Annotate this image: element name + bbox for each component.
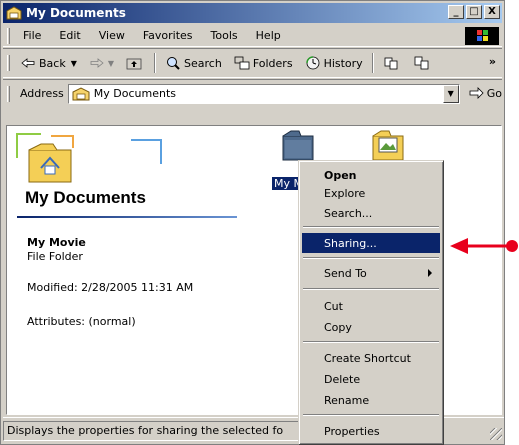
forward-dropdown-icon[interactable]: ▼ <box>108 59 114 68</box>
toolbar-more-button[interactable]: » <box>489 55 496 68</box>
submenu-arrow-icon <box>428 269 432 277</box>
context-menu-separator <box>303 226 439 228</box>
back-dropdown-icon[interactable]: ▼ <box>71 59 77 68</box>
search-label: Search <box>184 56 222 70</box>
menu-grip[interactable] <box>7 27 10 44</box>
address-label: Address <box>19 87 64 100</box>
close-button[interactable]: X <box>484 5 500 19</box>
back-arrow-icon <box>21 58 35 68</box>
folders-label: Folders <box>252 56 293 70</box>
forward-arrow-icon <box>90 58 104 68</box>
my-movie-folder-icon[interactable] <box>281 128 315 162</box>
context-menu-create-shortcut[interactable]: Create Shortcut <box>302 348 440 368</box>
context-menu-separator <box>303 341 439 343</box>
copy-to-icon <box>414 56 429 70</box>
pane-divider <box>17 216 237 218</box>
menu-tools[interactable]: Tools <box>202 29 247 42</box>
history-icon <box>305 56 319 70</box>
selected-item-attributes: Attributes: (normal) <box>27 315 136 328</box>
move-to-button[interactable] <box>377 51 408 75</box>
menu-favorites[interactable]: Favorites <box>134 29 202 42</box>
search-button[interactable]: Search <box>159 51 228 75</box>
search-icon <box>167 57 180 70</box>
menu-file[interactable]: File <box>14 29 50 42</box>
up-folder-icon <box>126 58 142 70</box>
maximize-button[interactable]: □ <box>466 5 482 19</box>
context-menu-cut[interactable]: Cut <box>302 296 440 316</box>
web-view-pane: My Documents My Movie File Folder Modifi… <box>7 126 239 414</box>
selected-item-type: File Folder <box>27 250 83 263</box>
context-menu-separator <box>303 257 439 259</box>
move-to-icon <box>384 57 398 70</box>
toolbar-separator <box>371 53 374 73</box>
pane-title: My Documents <box>25 188 146 207</box>
context-menu-explore[interactable]: Explore <box>302 183 440 203</box>
red-pointer-arrow-icon <box>450 238 518 254</box>
context-menu-sharing[interactable]: Sharing... <box>302 233 440 253</box>
forward-button[interactable]: ▼ <box>83 51 120 75</box>
resize-grip[interactable] <box>490 428 502 440</box>
context-menu: Open Explore Search... Sharing... Send T… <box>298 160 444 445</box>
my-pictures-folder-icon[interactable] <box>371 128 405 162</box>
address-grip[interactable] <box>7 85 10 102</box>
context-menu-properties[interactable]: Properties <box>302 421 440 441</box>
folders-icon <box>234 56 250 70</box>
send-to-label: Send To <box>324 266 367 280</box>
address-bar: Address My Documents ▼ Go <box>3 79 502 107</box>
menu-view[interactable]: View <box>90 29 134 42</box>
go-label: Go <box>486 87 502 100</box>
address-value: My Documents <box>93 87 176 100</box>
menu-edit[interactable]: Edit <box>50 29 89 42</box>
go-button[interactable]: Go <box>468 86 502 101</box>
history-label: History <box>323 56 363 70</box>
context-menu-separator <box>303 414 439 416</box>
address-input[interactable]: My Documents ▼ <box>67 83 460 104</box>
windows-logo-icon <box>465 27 499 45</box>
menu-help[interactable]: Help <box>247 29 290 42</box>
back-label: Back <box>39 56 66 70</box>
toolbar-grip[interactable] <box>7 55 10 71</box>
context-menu-send-to[interactable]: Send To <box>302 263 440 283</box>
history-button[interactable]: History <box>299 51 369 75</box>
toolbar-separator <box>154 53 157 73</box>
folder-home-icon <box>6 6 22 20</box>
back-button[interactable]: Back ▼ <box>14 51 83 75</box>
folders-button[interactable]: Folders <box>228 51 299 75</box>
folder-home-icon <box>72 86 90 100</box>
context-menu-open[interactable]: Open <box>302 165 440 185</box>
up-button[interactable] <box>120 51 151 75</box>
selected-item-name: My Movie <box>27 236 86 249</box>
context-menu-copy[interactable]: Copy <box>302 317 440 337</box>
copy-to-button[interactable] <box>408 51 439 75</box>
standard-toolbar: Back ▼ ▼ Search Folders History » <box>3 48 502 78</box>
title-bar[interactable]: My Documents _ □ X <box>3 3 502 23</box>
window-title: My Documents <box>26 6 126 20</box>
context-menu-rename[interactable]: Rename <box>302 390 440 410</box>
selected-item-modified: Modified: 2/28/2005 11:31 AM <box>27 281 194 294</box>
context-menu-delete[interactable]: Delete <box>302 369 440 389</box>
address-dropdown-button[interactable]: ▼ <box>442 84 459 103</box>
menu-bar: File Edit View Favorites Tools Help <box>3 25 502 47</box>
minimize-button[interactable]: _ <box>448 5 464 19</box>
context-menu-separator <box>303 288 439 290</box>
go-icon <box>469 86 484 99</box>
my-documents-banner-icon <box>16 133 162 183</box>
context-menu-search[interactable]: Search... <box>302 203 440 223</box>
